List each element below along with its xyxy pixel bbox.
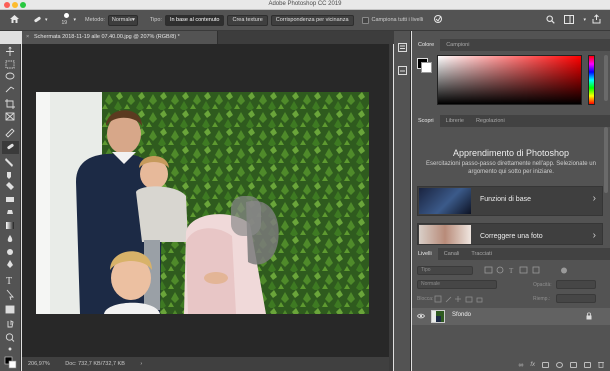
- brush-size-value: 19: [61, 20, 68, 26]
- document-tab-bar: × Schermata 2018-11-19 alle 07.40.00.jpg…: [22, 31, 410, 44]
- close-tab-icon[interactable]: ×: [26, 31, 29, 44]
- learn-description: Esercitazioni passo-passo direttamente n…: [426, 161, 596, 175]
- link-layers-icon[interactable]: ∞: [518, 362, 523, 369]
- tab-libraries[interactable]: Librerie: [440, 115, 470, 127]
- lock-label: Blocca:: [417, 296, 434, 302]
- learn-card-basics-label: Funzioni di base: [480, 196, 531, 203]
- document-tab[interactable]: × Schermata 2018-11-19 alle 07.40.00.jpg…: [22, 31, 218, 44]
- learn-panel-tabs: Scopri Librerie Regolazioni: [412, 115, 610, 127]
- learn-panel-scrollbar[interactable]: [604, 127, 608, 193]
- sample-all-layers-label: Campiona tutti i livelli: [371, 17, 424, 23]
- chevron-down-icon: ▾: [132, 16, 135, 23]
- new-layer-icon[interactable]: [584, 362, 591, 368]
- create-texture-button[interactable]: Crea texture: [227, 14, 268, 26]
- search-icon[interactable]: [546, 14, 556, 26]
- tab-color[interactable]: Colore: [412, 39, 441, 51]
- method-select-value: Normale: [111, 16, 133, 23]
- tab-channels[interactable]: Canali: [438, 248, 466, 260]
- svg-text:T: T: [6, 276, 12, 287]
- tab-swatches[interactable]: Campioni: [440, 39, 475, 51]
- document-image[interactable]: [36, 92, 369, 314]
- document-tab-title: Schermata 2018-11-19 alle 07.40.00.jpg @…: [34, 34, 180, 40]
- method-select[interactable]: Normale ▾: [107, 14, 138, 26]
- layer-thumbnail: [431, 310, 445, 323]
- chevron-right-icon: ›: [592, 193, 596, 204]
- learn-card-basics[interactable]: Funzioni di base ›: [417, 186, 603, 216]
- eye-icon[interactable]: [417, 313, 425, 321]
- title-bar: Adobe Photoshop CC 2019: [0, 0, 610, 10]
- pressure-size-icon[interactable]: [433, 14, 443, 26]
- layers-blend-row: Normale Opacità:: [412, 279, 610, 292]
- window-title: Adobe Photoshop CC 2019: [268, 1, 342, 7]
- brush-picker-chevron-icon[interactable]: ▾: [74, 17, 77, 23]
- color-picker-field[interactable]: [437, 55, 582, 105]
- share-icon[interactable]: [592, 14, 601, 26]
- right-panels: Colore Campioni Scopri Librerie Regolazi…: [412, 31, 610, 371]
- layers-filter-row: Tipo T: [412, 264, 610, 277]
- layer-filter-select[interactable]: Tipo: [417, 266, 473, 275]
- color-panel-scrollbar[interactable]: [604, 55, 608, 101]
- opacity-input[interactable]: [556, 280, 596, 289]
- layer-row-background[interactable]: Sfondo: [412, 308, 610, 325]
- color-panel-tabs: Colore Campioni: [412, 39, 610, 51]
- tab-learn[interactable]: Scopri: [412, 115, 440, 127]
- fix-photo-thumbnail: [419, 225, 471, 244]
- status-chevron-icon[interactable]: ›: [140, 361, 142, 367]
- lock-options-icons[interactable]: [434, 295, 484, 303]
- proximity-match-button[interactable]: Corrispondenza per vicinanza: [270, 14, 354, 26]
- tab-paths[interactable]: Tracciati: [465, 248, 498, 260]
- opacity-label: Opacità:: [533, 282, 552, 288]
- method-label: Metodo:: [85, 17, 105, 23]
- canvas-scrollbar[interactable]: [389, 44, 393, 371]
- layer-filter-value: Tipo: [421, 267, 431, 273]
- new-group-icon[interactable]: [570, 362, 577, 368]
- zoom-level[interactable]: 206,97%: [28, 361, 50, 367]
- lock-icon: [586, 312, 592, 322]
- tools-icons: T: [2, 46, 19, 369]
- blend-mode-select[interactable]: Normale: [417, 280, 497, 289]
- basics-thumbnail: [419, 188, 471, 214]
- hue-slider[interactable]: [588, 55, 595, 105]
- fill-label: Riemp.:: [533, 296, 551, 302]
- brush-size-picker[interactable]: 19: [60, 12, 74, 28]
- workspace-chevron-icon[interactable]: ▾: [583, 17, 586, 23]
- spot-healing-brush-icon[interactable]: [32, 14, 44, 26]
- layers-panel-tabs: Livelli Canali Tracciati: [412, 248, 610, 260]
- workspace-icon[interactable]: [564, 14, 575, 26]
- tab-layers[interactable]: Livelli: [412, 248, 438, 260]
- content-aware-button[interactable]: In base al contenuto: [164, 14, 225, 26]
- learn-title: Apprendimento di Photoshop: [452, 148, 570, 158]
- learn-card-fix-photo[interactable]: Correggere una foto ›: [417, 223, 603, 245]
- photo-family-image: [36, 92, 369, 314]
- adjustment-layer-icon[interactable]: [556, 362, 563, 368]
- status-bar: 206,97% Doc: 732,7 KB/732,7 KB ›: [22, 357, 389, 371]
- background-color-swatch[interactable]: [421, 62, 432, 73]
- tool-preset-chevron-icon[interactable]: ▾: [45, 17, 48, 23]
- canvas-area[interactable]: [22, 44, 389, 357]
- blend-mode-value: Normale: [421, 281, 440, 287]
- tools-panel: T: [0, 44, 21, 371]
- panel-icon-strip: [394, 31, 411, 371]
- layers-lock-row: Blocca: Riemp.:: [412, 293, 610, 306]
- type-label: Tipo:: [149, 17, 162, 23]
- svg-text:T: T: [509, 267, 514, 275]
- tab-adjustments[interactable]: Regolazioni: [470, 115, 511, 127]
- layers-bottom-toolbar: ∞ fx: [412, 359, 610, 371]
- add-mask-icon[interactable]: [542, 362, 549, 368]
- sample-all-layers-checkbox[interactable]: [361, 16, 369, 24]
- document-size: Doc: 732,7 KB/732,7 KB: [65, 361, 125, 367]
- properties-icon[interactable]: [398, 66, 407, 75]
- delete-layer-icon[interactable]: [598, 361, 604, 370]
- fill-input[interactable]: [556, 294, 596, 303]
- chevron-right-icon: ›: [592, 230, 596, 241]
- learn-card-fix-photo-label: Correggere una foto: [480, 233, 543, 240]
- home-icon[interactable]: [9, 14, 20, 26]
- layer-name: Sfondo: [452, 312, 472, 318]
- brush-tip-icon: [63, 13, 69, 18]
- history-icon[interactable]: [398, 43, 407, 52]
- options-bar: ▾ 19 ▾ Metodo: Normale ▾ Tipo: In base a…: [0, 10, 610, 31]
- layer-filter-icons[interactable]: T: [484, 266, 574, 275]
- layer-style-icon[interactable]: fx: [530, 362, 535, 368]
